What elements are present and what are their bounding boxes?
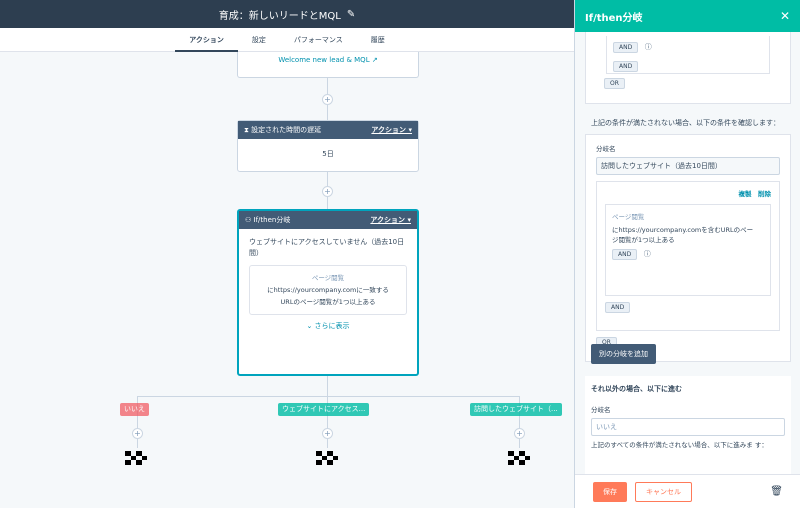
- else-note: 上記のすべての条件が満たされない場合、以下に進みま す：: [591, 441, 768, 449]
- email-link[interactable]: Welcome new lead & MQL ↗: [278, 56, 377, 64]
- delete-link[interactable]: 削除: [758, 190, 771, 198]
- branch-name-label: 分岐名: [596, 145, 616, 153]
- and-button[interactable]: AND: [612, 249, 638, 260]
- ifthen-card[interactable]: ⚇ If/then分岐 アクション ▾ ウェブサイトにアクセスしていません（過去…: [237, 209, 419, 376]
- branch-label-visited-2[interactable]: 訪問したウェブサイト（...: [470, 403, 562, 416]
- add-action-plus-icon[interactable]: +: [132, 428, 143, 439]
- else-section: それ以外の場合、以下に進む 分岐名 いいえ 上記のすべての条件が満たされない場合…: [585, 376, 791, 474]
- finish-flag-icon: [316, 451, 338, 465]
- add-action-plus-icon[interactable]: +: [322, 186, 333, 197]
- workflow-title-bar: 育成：新しいリードとMQL ✎: [0, 0, 574, 28]
- filter-box: ページ閲覧 にhttps://yourcompany.comを含むURLのペー …: [605, 204, 771, 296]
- add-action-plus-icon[interactable]: +: [322, 94, 333, 105]
- workflow-tabs: アクション 設定 パフォーマンス 履歴: [0, 28, 574, 52]
- chevron-down-icon: ⌄: [306, 322, 313, 330]
- trash-icon[interactable]: 🗑: [770, 486, 783, 497]
- branch-section: 分岐名 訪問したウェブサイト（過去10日間） 複製 削除 ページ閲覧 にhttp…: [585, 134, 791, 362]
- tab-history[interactable]: 履歴: [357, 28, 399, 52]
- show-more-label: さらに表示: [314, 322, 350, 330]
- connector: [327, 376, 328, 396]
- previous-branch-section: AND ⓘ AND OR: [585, 32, 791, 104]
- section-heading: 上記の条件が満たされない場合、以下の条件を確認します：: [591, 119, 780, 127]
- else-name-label: 分岐名: [591, 406, 611, 414]
- branch-title: ウェブサイトにアクセスしていません（過去10日間）: [249, 238, 405, 257]
- branch-connector: [137, 396, 520, 397]
- finish-flag-icon: [125, 451, 147, 465]
- panel-footer: 保存 キャンセル 🗑: [575, 474, 800, 508]
- info-icon[interactable]: ⓘ: [645, 43, 652, 51]
- filter-group: 複製 削除 ページ閲覧 にhttps://yourcompany.comを含むU…: [596, 181, 780, 331]
- branch-name-input[interactable]: 訪問したウェブサイト（過去10日間）: [596, 157, 780, 175]
- add-action-plus-icon[interactable]: +: [322, 428, 333, 439]
- show-more-link[interactable]: ⌄ さらに表示: [249, 321, 407, 331]
- ifthen-card-title: If/then分岐: [253, 216, 291, 224]
- pencil-icon[interactable]: ✎: [347, 9, 355, 20]
- branch-label-visited[interactable]: ウェブサイトにアクセス...: [278, 403, 370, 416]
- else-name-input[interactable]: いいえ: [591, 418, 785, 436]
- tab-performance[interactable]: パフォーマンス: [280, 28, 357, 52]
- ifthen-actions-menu[interactable]: アクション ▾: [370, 215, 411, 225]
- delay-card[interactable]: ⧗ 設定された時間の遅延 アクション ▾ 5日: [237, 120, 419, 172]
- hourglass-icon: ⧗: [244, 126, 249, 134]
- cancel-button[interactable]: キャンセル: [635, 481, 692, 502]
- filter-line-1: にhttps://yourcompany.comを含むURLのペー: [612, 226, 754, 234]
- filter-line-2: ジ閲覧が1つ以上ある: [612, 236, 675, 244]
- panel-body: AND ⓘ AND OR 上記の条件が満たされない場合、以下の条件を確認します：…: [575, 32, 800, 474]
- and-button[interactable]: AND: [613, 61, 639, 72]
- delay-card-title: 設定された時間の遅延: [251, 126, 322, 134]
- add-branch-button[interactable]: 別の分岐を追加: [591, 344, 656, 364]
- filter-title: ページ閲覧: [612, 213, 645, 221]
- condition-line-2: URLのページ閲覧が1つ以上ある: [280, 298, 376, 306]
- ifthen-card-header: ⚇ If/then分岐 アクション ▾: [239, 211, 417, 229]
- branch-icon: ⚇: [245, 216, 252, 224]
- or-button[interactable]: OR: [604, 78, 625, 89]
- add-action-plus-icon[interactable]: +: [514, 428, 525, 439]
- info-icon[interactable]: ⓘ: [644, 250, 651, 258]
- condition-box: ページ閲覧 にhttps://yourcompany.comに一致する URLの…: [249, 265, 407, 315]
- save-button[interactable]: 保存: [593, 481, 627, 502]
- condition-title: ページ閲覧: [311, 274, 345, 282]
- close-icon[interactable]: ✕: [780, 9, 790, 23]
- condition-line-1: にhttps://yourcompany.comに一致する: [267, 286, 389, 294]
- and-button[interactable]: AND: [605, 302, 631, 313]
- ifthen-edit-panel: If/then分岐 ✕ AND ⓘ AND OR 上記の条件が満たされない場合、…: [574, 0, 800, 508]
- tab-settings[interactable]: 設定: [238, 28, 280, 52]
- branch-label-no[interactable]: いいえ: [120, 403, 149, 416]
- else-heading: それ以外の場合、以下に進む: [591, 385, 682, 393]
- delay-card-header: ⧗ 設定された時間の遅延 アクション ▾: [238, 121, 418, 139]
- delay-value: 5日: [322, 150, 334, 158]
- previous-filter-box: AND ⓘ AND: [606, 36, 770, 74]
- email-action-card[interactable]: Welcome new lead & MQL ↗: [237, 52, 419, 78]
- panel-title: If/then分岐: [585, 12, 643, 24]
- clone-link[interactable]: 複製: [738, 190, 751, 198]
- workflow-title: 育成：新しいリードとMQL: [218, 10, 341, 22]
- finish-flag-icon: [508, 451, 530, 465]
- tab-actions[interactable]: アクション: [175, 28, 238, 52]
- panel-header: If/then分岐 ✕: [575, 0, 800, 32]
- delay-actions-menu[interactable]: アクション ▾: [371, 125, 412, 135]
- and-button[interactable]: AND: [613, 42, 639, 53]
